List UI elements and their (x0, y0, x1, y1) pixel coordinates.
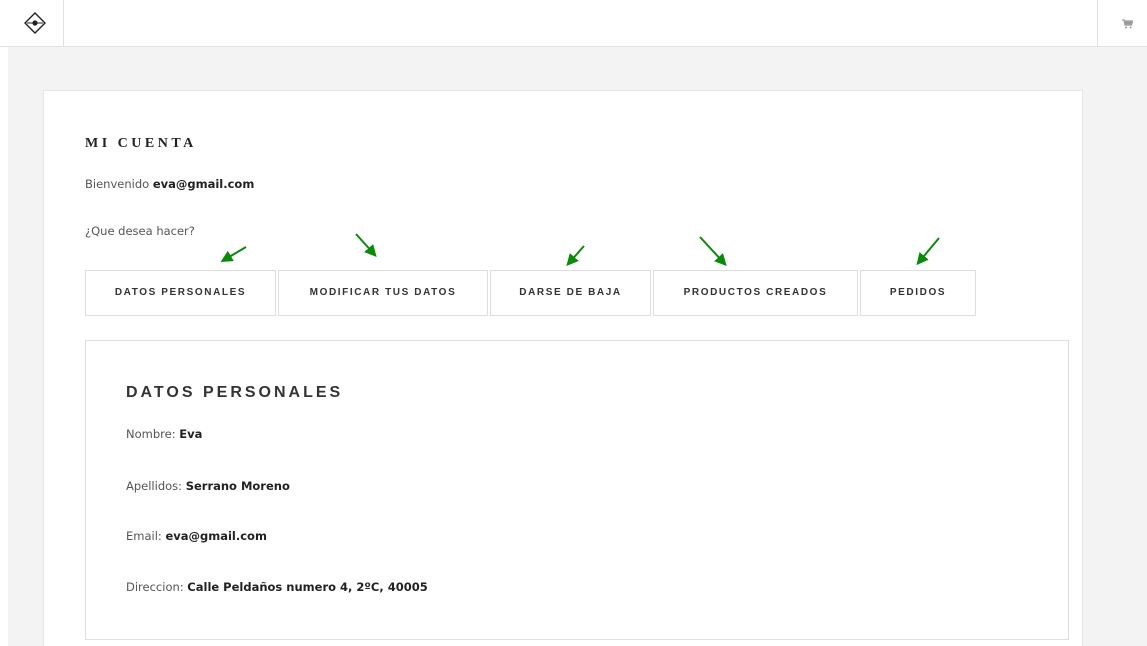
cart-button[interactable] (1097, 0, 1147, 47)
field-value: Eva (179, 427, 203, 441)
tab-modificar-datos[interactable]: MODIFICAR TUS DATOS (278, 270, 488, 316)
user-email: eva@gmail.com (152, 177, 255, 191)
field-label: Direccion: (126, 580, 184, 594)
tab-darse-de-baja[interactable]: DARSE DE BAJA (490, 270, 651, 316)
field-value: eva@gmail.com (165, 529, 267, 543)
tab-pedidos[interactable]: PEDIDOS (860, 270, 976, 316)
page-title: MI CUENTA (85, 136, 197, 151)
field-direccion: Direccion: Calle Peldaños numero 4, 2ºC,… (126, 580, 428, 594)
tab-datos-personales[interactable]: DATOS PERSONALES (85, 270, 276, 316)
field-apellidos: Apellidos: Serrano Moreno (126, 479, 290, 493)
field-label: Nombre: (126, 427, 176, 441)
field-nombre: Nombre: Eva (126, 427, 202, 441)
field-value: Calle Peldaños numero 4, 2ºC, 40005 (187, 580, 428, 594)
logo-link[interactable] (0, 0, 64, 47)
field-label: Apellidos: (126, 479, 183, 493)
welcome-line: Bienvenido eva@gmail.com (85, 177, 254, 191)
cart-icon (1122, 19, 1133, 29)
field-label: Email: (126, 529, 162, 543)
field-value: Serrano Moreno (185, 479, 290, 493)
welcome-prefix: Bienvenido (85, 177, 150, 191)
tab-productos-creados[interactable]: PRODUCTOS CREADOS (653, 270, 858, 316)
diamond-logo-icon (24, 12, 46, 34)
field-email: Email: eva@gmail.com (126, 529, 267, 543)
top-bar (0, 0, 1147, 47)
personal-data-title: DATOS PERSONALES (126, 384, 344, 401)
question-text: ¿Que desea hacer? (85, 224, 195, 238)
